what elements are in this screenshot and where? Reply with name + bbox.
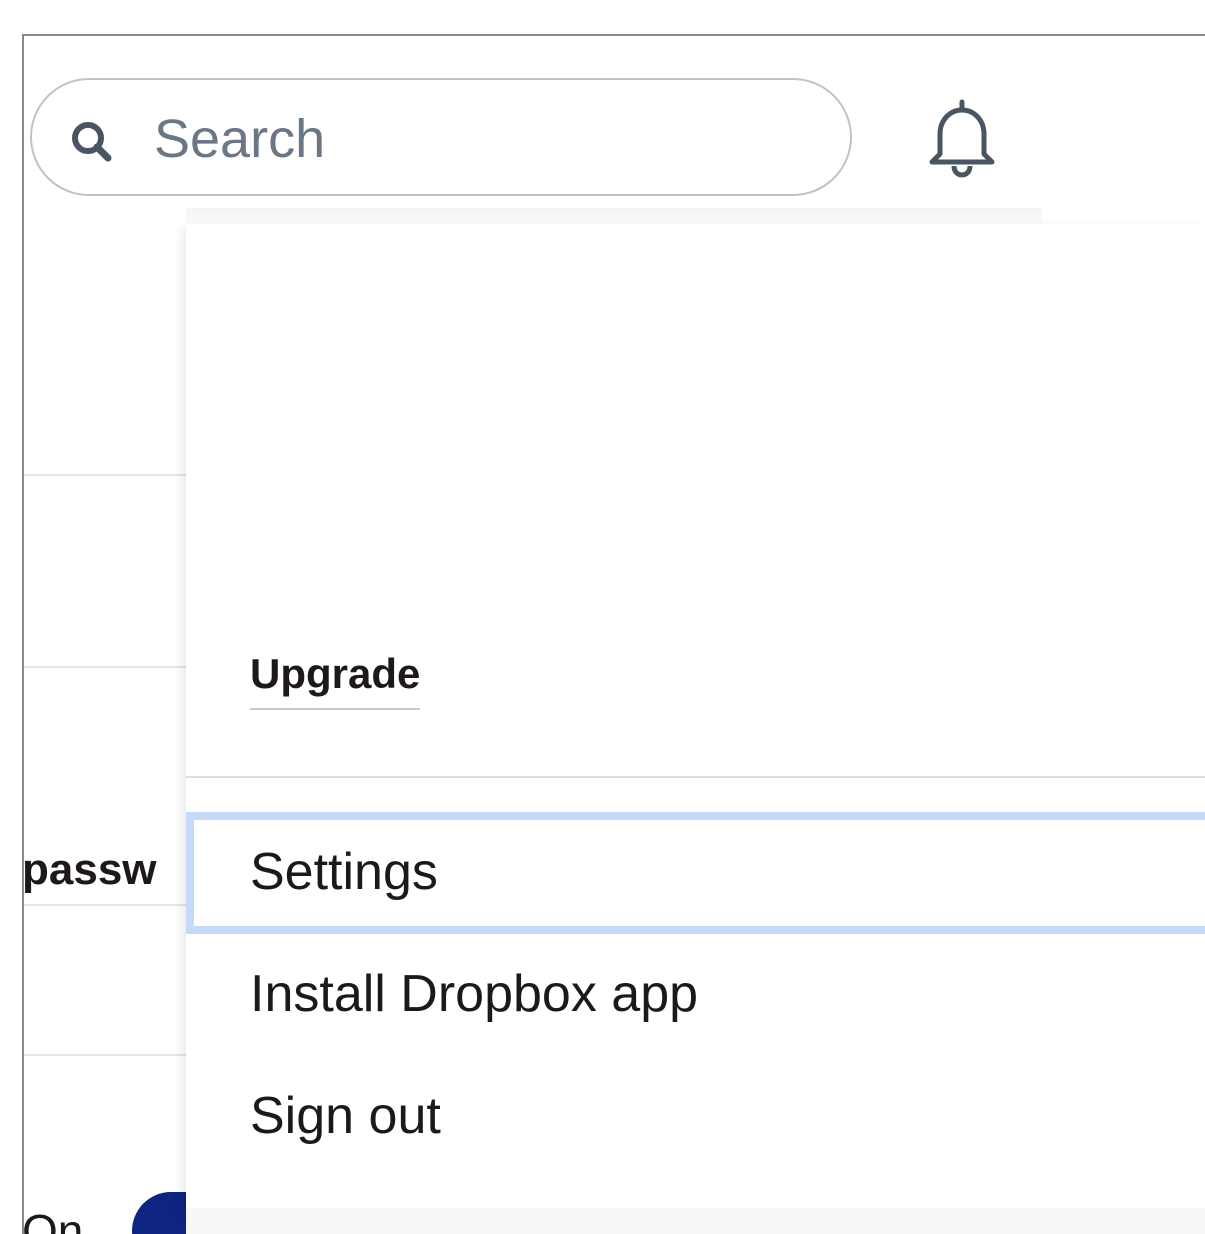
menu-item-label: Sign out <box>250 1087 441 1145</box>
menu-item-sign-out[interactable]: Sign out <box>186 1086 1205 1156</box>
clipped-setting-label <box>22 414 188 454</box>
settings-row-divider <box>24 666 188 668</box>
menu-bottom-edge <box>186 1208 1205 1234</box>
window-frame-top <box>22 34 1205 36</box>
account-menu: Upgrade Settings Install Dropbox app Sig… <box>186 224 1205 1210</box>
bell-icon[interactable] <box>922 96 1002 180</box>
search-input[interactable] <box>154 104 794 174</box>
settings-row-divider <box>24 1054 188 1056</box>
search-icon <box>68 118 116 166</box>
password-setting-label: passw <box>22 845 157 894</box>
app-window: passw On Upgrade Settings Install Dropbo… <box>0 0 1205 1234</box>
settings-row-divider <box>24 474 188 476</box>
menu-item-label: Install Dropbox app <box>250 965 699 1023</box>
menu-item-settings[interactable]: Settings <box>186 812 1205 934</box>
header-shadow <box>186 208 1042 224</box>
menu-item-install-app[interactable]: Install Dropbox app <box>186 964 1205 1034</box>
toggle-state-label: On <box>22 1205 84 1234</box>
upgrade-link[interactable]: Upgrade <box>250 648 421 710</box>
menu-item-label: Settings <box>250 843 438 901</box>
search-bar[interactable] <box>30 78 852 196</box>
menu-divider <box>186 776 1205 778</box>
settings-row-divider <box>24 904 188 906</box>
